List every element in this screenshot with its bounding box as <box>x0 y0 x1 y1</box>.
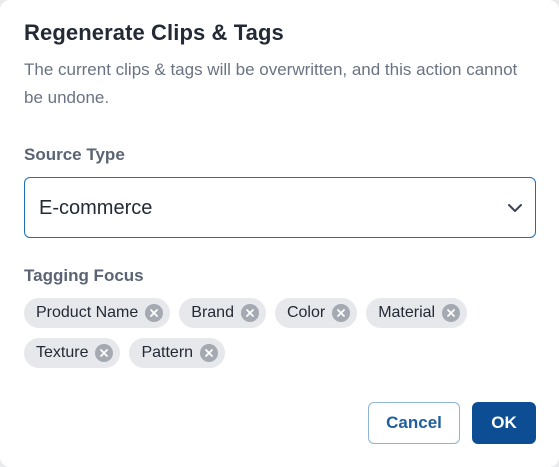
source-type-value: E-commerce <box>39 197 153 219</box>
tag-chip: Material <box>366 298 468 328</box>
tag-label: Material <box>378 304 436 321</box>
close-circle-icon[interactable] <box>95 344 114 362</box>
regenerate-dialog: Regenerate Clips & Tags The current clip… <box>0 0 559 467</box>
close-circle-icon[interactable] <box>200 344 219 362</box>
tag-chip: Texture <box>24 338 121 368</box>
ok-button[interactable]: OK <box>472 402 536 444</box>
tag-label: Texture <box>36 344 89 361</box>
tag-chip: Color <box>274 298 358 328</box>
close-circle-icon[interactable] <box>442 304 461 322</box>
cancel-button[interactable]: Cancel <box>368 402 460 444</box>
close-circle-icon[interactable] <box>240 304 259 322</box>
chevron-down-icon <box>508 204 522 212</box>
dialog-title: Regenerate Clips & Tags <box>24 20 284 45</box>
source-type-label: Source Type <box>24 145 125 164</box>
dialog-description: The current clips & tags will be overwri… <box>24 60 518 107</box>
source-type-select[interactable]: E-commerce <box>24 177 536 238</box>
tag-label: Product Name <box>36 304 139 321</box>
tag-chip: Pattern <box>129 338 226 368</box>
tag-chip: Product Name <box>24 298 171 328</box>
close-circle-icon[interactable] <box>145 304 164 322</box>
tag-list: Product Name Brand Color Material Textur… <box>24 298 544 378</box>
tag-row: Product Name Brand Color Material <box>24 298 544 328</box>
tag-label: Color <box>286 304 326 321</box>
close-circle-icon[interactable] <box>332 304 351 322</box>
tagging-focus-label: Tagging Focus <box>24 266 144 285</box>
tag-label: Brand <box>191 304 234 321</box>
tag-chip: Brand <box>179 298 266 328</box>
tag-row: Texture Pattern <box>24 338 544 368</box>
tag-label: Pattern <box>141 344 194 361</box>
